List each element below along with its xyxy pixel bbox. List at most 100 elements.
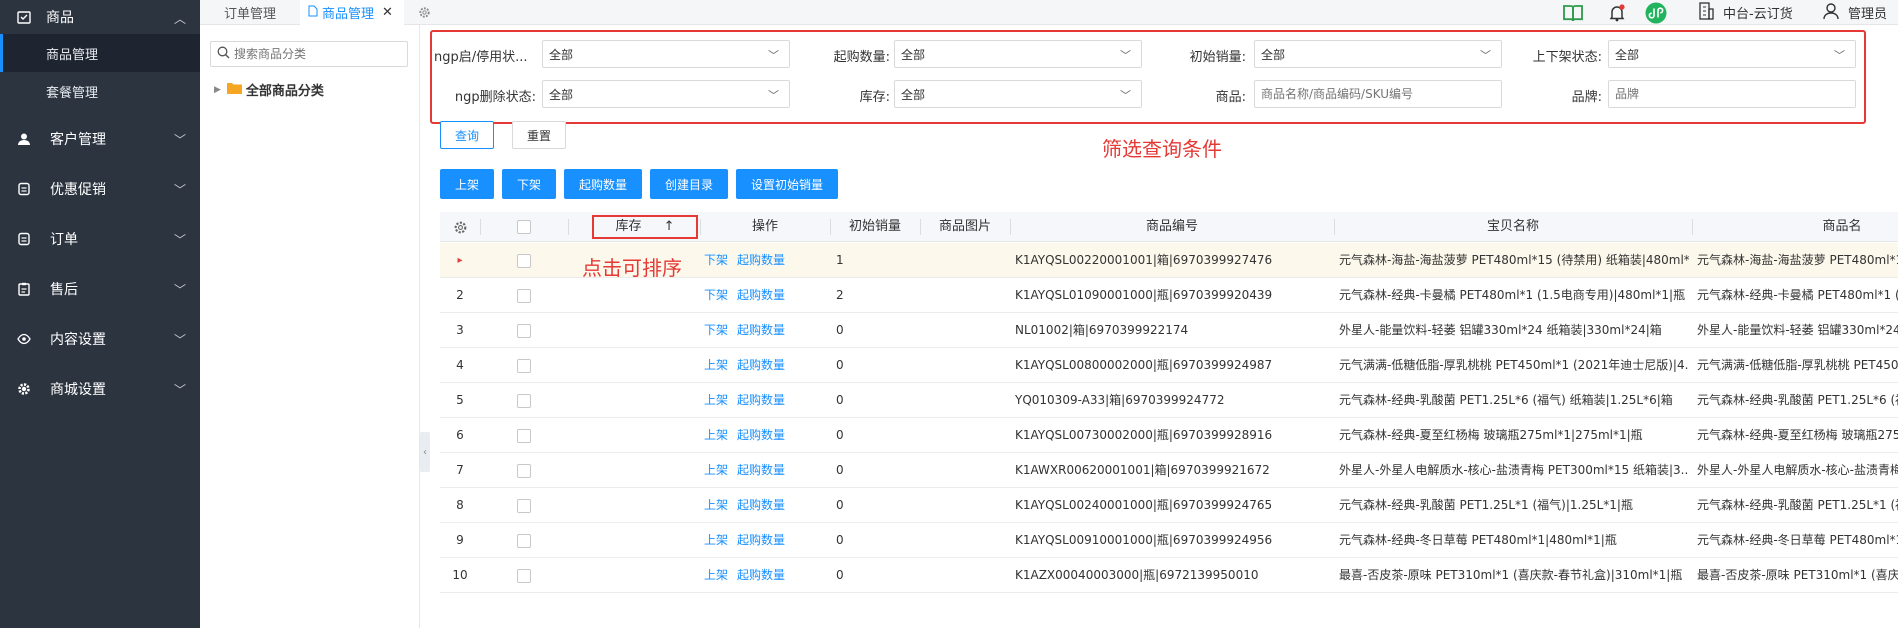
ngp-deleted-select[interactable]: 全部 ﹀ — [542, 80, 790, 108]
row-product-name: 元气森林-经典-乳酸菌 PET1.25L*6 (福 — [1697, 393, 1898, 407]
select-all-checkbox[interactable] — [517, 220, 531, 234]
row-checkbox[interactable] — [517, 394, 531, 408]
row-product-title: 元气满满-低糖低脂-厚乳桃桃 PET450ml*1 (2021年迪士尼版)|4.… — [1339, 358, 1689, 372]
sidebar-item-label: 售后 — [50, 282, 78, 298]
table-header: 库存 ↑ 操作 初始销量 商品图片 商品编号 宝贝名称 商品名 — [440, 212, 1898, 242]
query-button[interactable]: 查询 — [440, 121, 494, 149]
row-shelf-link[interactable]: 下架 — [704, 278, 728, 313]
sidebar-item-product-management[interactable]: 商品管理 — [0, 34, 200, 72]
set-init-sales-button[interactable]: 设置初始销量 — [736, 169, 838, 199]
row-init-sales: 0 — [836, 358, 844, 372]
row-checkbox[interactable] — [517, 429, 531, 443]
row-min-qty-link[interactable]: 起购数量 — [737, 278, 785, 313]
row-min-qty-link[interactable]: 起购数量 — [737, 523, 785, 558]
row-checkbox[interactable] — [517, 289, 531, 303]
row-checkbox[interactable] — [517, 534, 531, 548]
table-row[interactable]: 3 下架 起购数量 0 NL01002|箱|6970399922174 外星人-能量饮料-… — [440, 313, 1898, 348]
row-shelf-link[interactable]: 上架 — [704, 383, 728, 418]
table-row[interactable]: 10 上架 起购数量 0 K1AZX00040003000|瓶|697213995001… — [440, 558, 1898, 593]
reset-button[interactable]: 重置 — [512, 121, 566, 149]
sidebar-item-promotions[interactable]: 优惠促销 ﹀ — [0, 164, 200, 214]
close-icon[interactable]: ✕ — [382, 5, 393, 20]
row-shelf-link[interactable]: 上架 — [704, 558, 728, 593]
sidebar-item-mall-settings[interactable]: 商城设置 ﹀ — [0, 364, 200, 414]
row-min-qty-link[interactable]: 起购数量 — [737, 418, 785, 453]
table-row[interactable]: 6 上架 起购数量 0 K1AYQSL00730002000|瓶|69703999289… — [440, 418, 1898, 453]
ngp-status-select[interactable]: 全部 ﹀ — [542, 40, 790, 68]
row-min-qty-link[interactable]: 起购数量 — [737, 488, 785, 523]
store-switcher[interactable]: 中台-云订货 — [1698, 0, 1793, 25]
sidebar-item-content-settings[interactable]: 内容设置 ﹀ — [0, 314, 200, 364]
table-row[interactable]: 4 上架 起购数量 0 K1AYQSL00800002000|瓶|69703999249… — [440, 348, 1898, 383]
min-qty-button[interactable]: 起购数量 — [564, 169, 642, 199]
row-product-name: 元气森林-经典-乳酸菌 PET1.25L*1 (福 — [1697, 498, 1898, 512]
row-index: 7 — [456, 463, 464, 477]
table-row[interactable]: 8 上架 起购数量 0 K1AYQSL00240001000|瓶|69703999247… — [440, 488, 1898, 523]
row-shelf-link[interactable]: 下架 — [704, 313, 728, 348]
row-shelf-link[interactable]: 上架 — [704, 348, 728, 383]
chevron-down-icon: ﹀ — [173, 233, 186, 247]
row-min-qty-link[interactable]: 起购数量 — [737, 383, 785, 418]
row-checkbox[interactable] — [517, 464, 531, 478]
order-icon — [16, 231, 32, 247]
mini-program-icon[interactable] — [1645, 0, 1667, 25]
row-min-qty-link[interactable]: 起购数量 — [737, 348, 785, 383]
row-checkbox[interactable] — [517, 499, 531, 513]
panel-collapse-handle[interactable]: ‹ — [420, 432, 430, 472]
tab-settings-gear-icon[interactable] — [414, 0, 434, 25]
row-product-code: K1AZX00040003000|瓶|6972139950010 — [1015, 568, 1259, 582]
tree-node-all-categories[interactable]: ▶ 全部商品分类 — [214, 80, 324, 99]
on-shelf-button[interactable]: 上架 — [440, 169, 494, 199]
row-shelf-link[interactable]: 上架 — [704, 418, 728, 453]
product-search-input[interactable] — [1254, 80, 1502, 108]
create-catalog-button[interactable]: 创建目录 — [650, 169, 728, 199]
row-product-code: K1AYQSL00240001000|瓶|6970399924765 — [1015, 498, 1273, 512]
row-checkbox[interactable] — [517, 569, 531, 583]
min-qty-select[interactable]: 全部 ﹀ — [894, 40, 1142, 68]
sidebar-item-customers[interactable]: 客户管理 ﹀ — [0, 114, 200, 164]
category-search-input[interactable] — [234, 47, 404, 61]
sidebar-item-orders[interactable]: 订单 ﹀ — [0, 214, 200, 264]
bell-icon[interactable] — [1608, 0, 1626, 25]
row-min-qty-link[interactable]: 起购数量 — [737, 313, 785, 348]
sort-arrow-icon[interactable]: ↑ — [664, 219, 675, 234]
column-header-name: 商品名 — [1822, 219, 1862, 234]
brand-input[interactable] — [1608, 80, 1856, 108]
table-row[interactable]: 7 上架 起购数量 0 K1AWXR00620001001|箱|697039992167… — [440, 453, 1898, 488]
user-menu[interactable]: 管理员 — [1822, 0, 1887, 25]
row-shelf-link[interactable]: 上架 — [704, 523, 728, 558]
table-row[interactable]: 2 下架 起购数量 2 K1AYQSL01090001000|瓶|69703999204… — [440, 278, 1898, 313]
row-min-qty-link[interactable]: 起购数量 — [737, 243, 785, 278]
sidebar-group-product[interactable]: 商品 ︿ — [0, 0, 200, 34]
table-row[interactable]: 5 上架 起购数量 0 YQ010309-A33|箱|6970399924772 元气森林… — [440, 383, 1898, 418]
off-shelf-button[interactable]: 下架 — [502, 169, 556, 199]
tab-product-management[interactable]: 商品管理 ✕ — [300, 0, 404, 25]
row-checkbox[interactable] — [517, 254, 531, 268]
row-checkbox[interactable] — [517, 359, 531, 373]
chevron-down-icon: ﹀ — [768, 89, 779, 102]
caret-right-icon[interactable]: ▶ — [214, 85, 221, 95]
sidebar-item-label: 套餐管理 — [46, 85, 99, 101]
row-product-code: K1AYQSL00220001001|箱|6970399927476 — [1015, 253, 1273, 267]
init-sales-select[interactable]: 全部 ﹀ — [1254, 40, 1502, 68]
shelf-status-select[interactable]: 全部 ﹀ — [1608, 40, 1856, 68]
sidebar-item-label: 优惠促销 — [50, 182, 106, 198]
row-shelf-link[interactable]: 上架 — [704, 488, 728, 523]
sidebar-item-aftersale[interactable]: 售后 ﹀ — [0, 264, 200, 314]
column-header-stock[interactable]: 库存 ↑ — [592, 215, 698, 239]
row-min-qty-link[interactable]: 起购数量 — [737, 558, 785, 593]
column-settings-gear-icon[interactable] — [440, 212, 480, 242]
row-product-name: 外星人-外星人电解质水-核心-盐渍青梅 — [1697, 463, 1898, 477]
row-shelf-link[interactable]: 下架 — [704, 243, 728, 278]
tab-order-management[interactable]: 订单管理 — [210, 0, 290, 25]
category-search[interactable] — [210, 41, 408, 67]
book-icon[interactable] — [1562, 0, 1584, 25]
row-min-qty-link[interactable]: 起购数量 — [737, 453, 785, 488]
sidebar-item-package-management[interactable]: 套餐管理 — [0, 72, 200, 110]
row-shelf-link[interactable]: 上架 — [704, 453, 728, 488]
chevron-down-icon: ﹀ — [173, 333, 186, 347]
stock-select[interactable]: 全部 ﹀ — [894, 80, 1142, 108]
table-row[interactable]: 9 上架 起购数量 0 K1AYQSL00910001000|瓶|69703999249… — [440, 523, 1898, 558]
annotation-filter-conditions: 筛选查询条件 — [1102, 137, 1222, 161]
row-checkbox[interactable] — [517, 324, 531, 338]
